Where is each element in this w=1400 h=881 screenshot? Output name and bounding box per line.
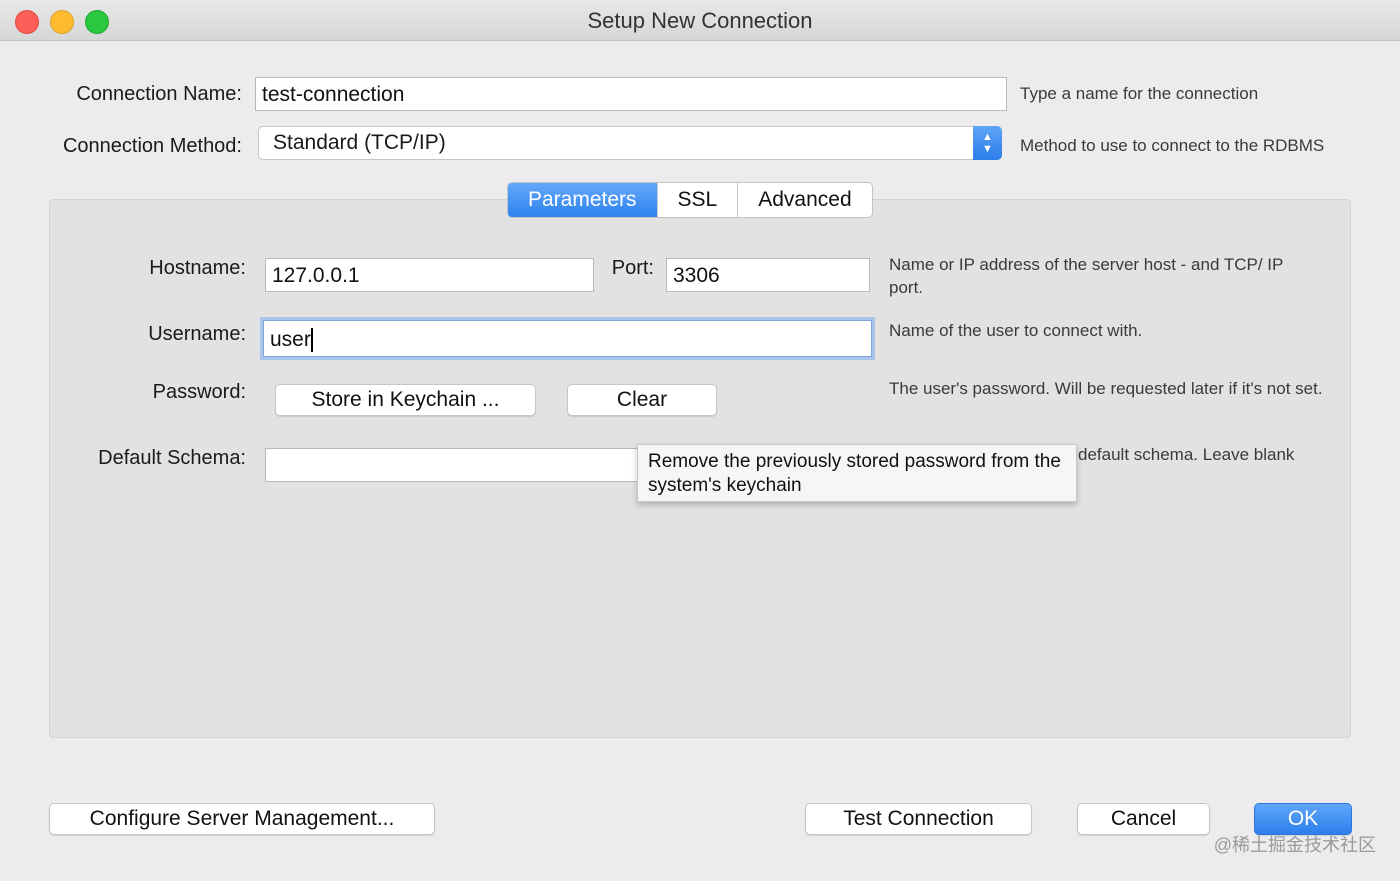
- default-schema-label: Default Schema:: [98, 447, 246, 469]
- port-label: Port:: [611, 257, 654, 279]
- connection-method-label: Connection Method:: [62, 135, 242, 157]
- password-hint: The user's password. Will be requested l…: [889, 379, 1323, 398]
- connection-method-select[interactable]: Standard (TCP/IP) ▲ ▼: [258, 126, 1002, 160]
- hostname-label: Hostname:: [149, 257, 246, 279]
- window-title: Setup New Connection: [587, 8, 813, 33]
- password-label: Password:: [152, 381, 246, 403]
- test-connection-button[interactable]: Test Connection: [805, 803, 1032, 835]
- username-label: Username:: [148, 323, 246, 345]
- default-schema-input[interactable]: [265, 448, 645, 482]
- watermark: @稀土掘金技术社区: [1213, 835, 1376, 855]
- configure-server-management-button[interactable]: Configure Server Management...: [49, 803, 435, 835]
- select-stepper-icon[interactable]: ▲ ▼: [973, 126, 1002, 160]
- clear-button-tooltip: Remove the previously stored password fr…: [637, 444, 1077, 502]
- store-in-keychain-button[interactable]: Store in Keychain ...: [275, 384, 536, 416]
- tab-parameters[interactable]: Parameters: [508, 183, 658, 217]
- clear-password-button[interactable]: Clear: [567, 384, 717, 416]
- tab-ssl[interactable]: SSL: [658, 183, 739, 217]
- hostname-hint: Name or IP address of the server host - …: [889, 255, 1284, 297]
- tab-bar: Parameters SSL Advanced: [507, 182, 873, 218]
- connection-method-hint: Method to use to connect to the RDBMS: [1020, 136, 1325, 155]
- username-input[interactable]: user: [263, 320, 872, 357]
- connection-name-input[interactable]: test-connection: [255, 77, 1007, 111]
- tab-advanced[interactable]: Advanced: [738, 183, 871, 217]
- default-schema-hint: default schema. Leave blank: [1078, 445, 1295, 464]
- connection-method-value: Standard (TCP/IP): [273, 131, 446, 154]
- port-input[interactable]: 3306: [666, 258, 870, 292]
- hostname-input[interactable]: 127.0.0.1: [265, 258, 594, 292]
- cancel-button[interactable]: Cancel: [1077, 803, 1210, 835]
- text-caret: [310, 328, 313, 353]
- connection-name-label: Connection Name:: [76, 83, 242, 105]
- username-hint: Name of the user to connect with.: [889, 321, 1143, 340]
- setup-connection-window: Setup New Connection Connection Name: te…: [0, 0, 1400, 881]
- connection-name-hint: Type a name for the connection: [1020, 84, 1259, 103]
- title-bar[interactable]: Setup New Connection: [0, 0, 1400, 41]
- username-value: user: [270, 328, 311, 351]
